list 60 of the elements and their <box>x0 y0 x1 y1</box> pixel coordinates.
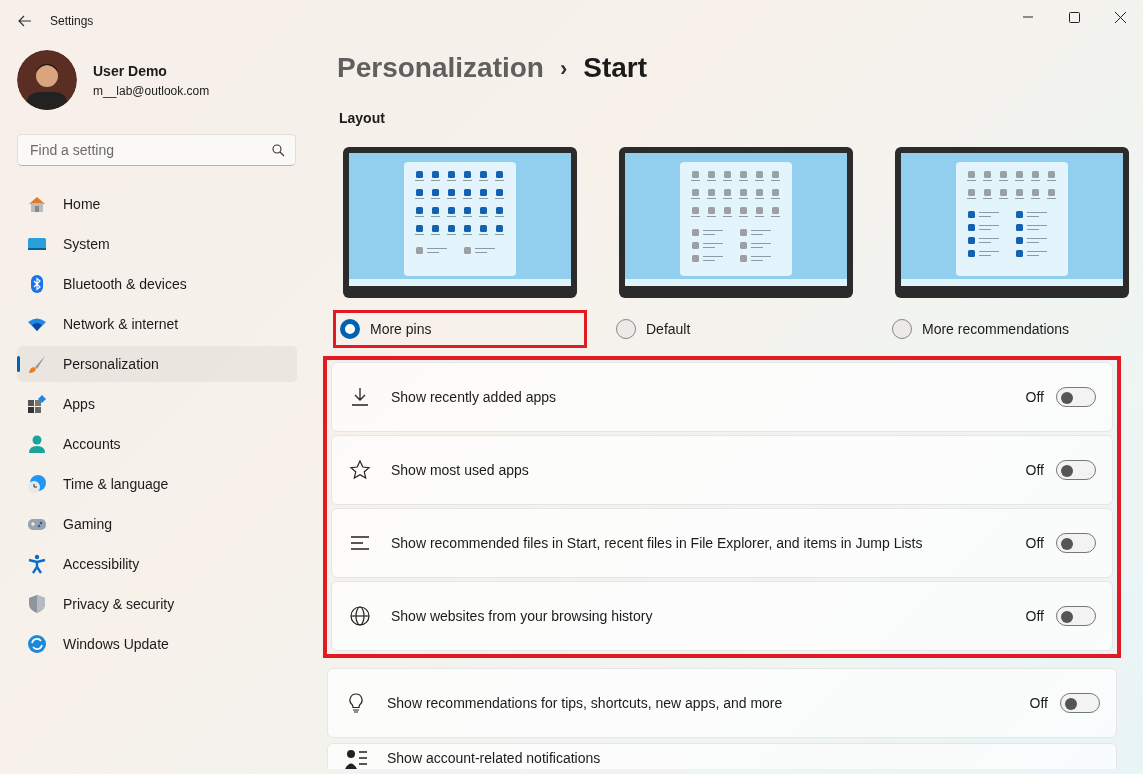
toggle-state-label: Off <box>1025 606 1044 626</box>
breadcrumb-link[interactable]: Personalization <box>337 47 544 89</box>
home-icon <box>27 194 47 214</box>
toggle-state-label: Off <box>1029 693 1048 713</box>
page-title: Start <box>583 51 648 85</box>
sidebar-item[interactable]: Network & internet <box>17 306 297 342</box>
shield-icon <box>27 594 47 614</box>
layout-preview-drawing[interactable] <box>893 145 1131 300</box>
section-heading: Layout <box>339 109 386 128</box>
layout-preview-drawing[interactable] <box>617 145 855 300</box>
setting-label: Show recently added apps <box>391 387 557 407</box>
toggle-state-label: Off <box>1025 533 1044 553</box>
star-icon <box>349 459 371 481</box>
setting-label: Show recommendations for tips, shortcuts, new apps, and more <box>387 693 784 713</box>
toggle-switch[interactable] <box>1056 460 1096 480</box>
search-icon[interactable] <box>272 143 285 157</box>
user-name: User Demo <box>93 61 168 81</box>
toggle-switch[interactable] <box>1056 387 1096 407</box>
clock-globe-icon <box>27 474 47 494</box>
user-email: m__lab@outlook.com <box>93 82 210 100</box>
person-list-icon <box>345 748 367 770</box>
sidebar-item[interactable]: Time & language <box>17 466 297 502</box>
sidebar-item[interactable]: System <box>17 226 297 262</box>
setting-label: Show recommended files in Start, recent files in File Explorer, and items in Jump Lists <box>391 533 924 553</box>
radio-option[interactable]: More pins <box>333 310 587 348</box>
close-icon <box>1114 11 1126 23</box>
sidebar-item[interactable]: Apps <box>17 386 297 422</box>
back-icon[interactable] <box>18 15 32 27</box>
avatar <box>17 50 77 110</box>
apps-icon <box>27 394 47 414</box>
sidebar-item[interactable]: Privacy & security <box>17 586 297 622</box>
setting-label: Show most used apps <box>391 460 530 480</box>
sidebar-item[interactable]: Gaming <box>17 506 297 542</box>
globe-icon <box>349 605 371 627</box>
maximize-icon <box>1068 11 1080 23</box>
minimize-icon <box>1023 16 1033 18</box>
toggle-switch[interactable] <box>1056 533 1096 553</box>
sidebar-item[interactable]: Accounts <box>17 426 297 462</box>
sidebar-item[interactable]: Bluetooth & devices <box>17 266 297 302</box>
toggle-state-label: Off <box>1025 387 1044 407</box>
toggle-switch[interactable] <box>1056 606 1096 626</box>
breadcrumb-separator: › <box>559 54 568 83</box>
sidebar-item[interactable]: Accessibility <box>17 546 297 582</box>
toggle-state-label: Off <box>1025 460 1044 480</box>
setting-label: Show account-related notifications <box>387 749 602 768</box>
window-title: Settings <box>50 13 94 30</box>
accessibility-icon <box>27 554 47 574</box>
toggle-switch[interactable] <box>1060 693 1100 713</box>
person-icon <box>27 434 47 454</box>
setting-label: Show websites from your browsing history <box>391 606 654 626</box>
search-field[interactable]: Find a setting <box>17 134 296 166</box>
download-icon <box>349 386 371 408</box>
search-input[interactable]: Find a setting <box>28 138 272 162</box>
sidebar-item[interactable]: Windows Update <box>17 626 297 662</box>
update-icon <box>27 634 47 654</box>
layout-preview-drawing[interactable] <box>341 145 579 300</box>
sidebar-item[interactable]: Home <box>17 186 297 222</box>
radio-option[interactable]: Default <box>609 310 863 348</box>
sidebar-item[interactable]: Personalization <box>17 346 297 382</box>
radio-option[interactable]: More recommendations <box>885 310 1139 348</box>
